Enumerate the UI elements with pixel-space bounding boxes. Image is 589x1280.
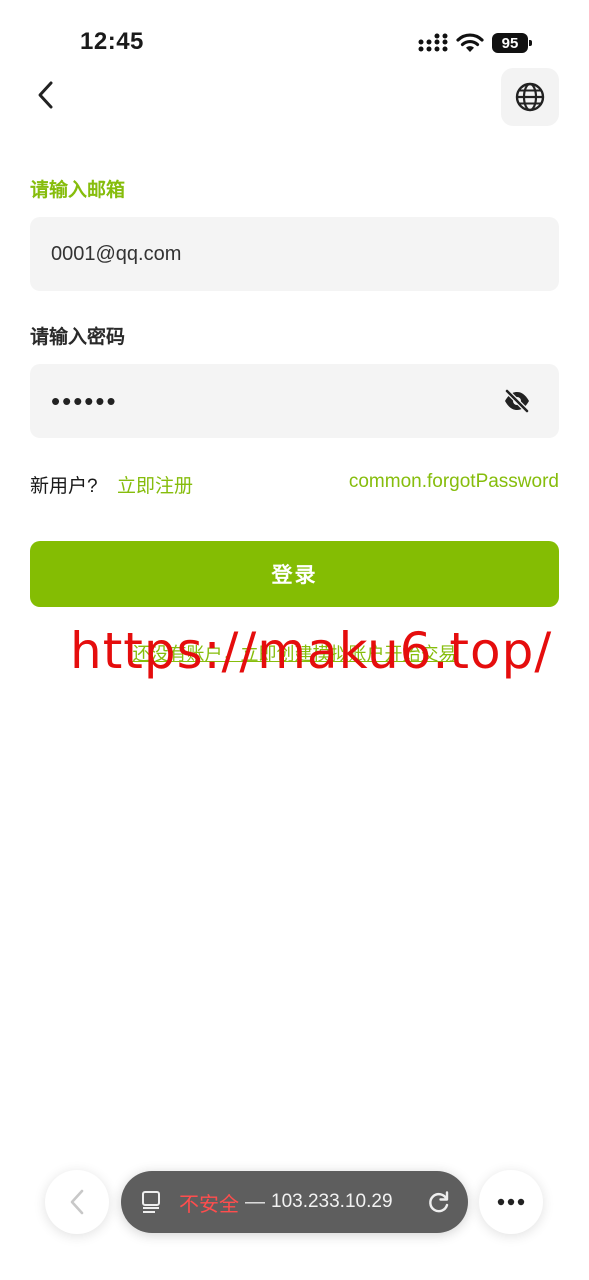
more-options-button[interactable]	[479, 1170, 543, 1234]
login-button[interactable]: 登录	[30, 541, 559, 607]
battery-indicator: 95	[492, 33, 534, 53]
address-bar[interactable]: 不安全 — 103.233.10.29	[121, 1171, 468, 1233]
email-field[interactable]: 0001@qq.com	[30, 217, 559, 291]
email-label: 请输入邮箱	[30, 180, 126, 201]
separator: —	[245, 1190, 265, 1213]
wifi-icon	[456, 33, 484, 52]
status-time: 12:45	[80, 28, 144, 55]
browser-back-button[interactable]	[45, 1170, 109, 1234]
insecure-label: 不安全	[179, 1193, 239, 1216]
chevron-left-icon	[38, 81, 53, 109]
password-label: 请输入密码	[30, 327, 126, 348]
password-value: ••••••	[51, 385, 118, 416]
email-value: 0001@qq.com	[51, 242, 182, 265]
battery-level: 95	[492, 33, 528, 53]
page-menu-icon[interactable]	[139, 1189, 165, 1215]
reload-icon[interactable]	[426, 1189, 452, 1215]
language-button[interactable]	[501, 68, 559, 126]
cellular-signal-icon	[418, 33, 448, 52]
chevron-left-icon	[70, 1189, 84, 1215]
watermark-url: https://maku6.top/	[70, 622, 553, 680]
forgot-password-link[interactable]: common.forgotPassword	[349, 471, 559, 493]
ellipsis-icon	[497, 1198, 525, 1206]
eye-off-icon[interactable]	[503, 387, 531, 415]
register-link[interactable]: 立即注册	[117, 471, 193, 498]
password-field[interactable]: ••••••	[30, 364, 559, 438]
globe-icon	[515, 82, 545, 112]
back-button[interactable]	[26, 72, 66, 118]
new-user-text: 新用户?	[30, 476, 98, 497]
url-text: 103.233.10.29	[271, 1191, 393, 1212]
